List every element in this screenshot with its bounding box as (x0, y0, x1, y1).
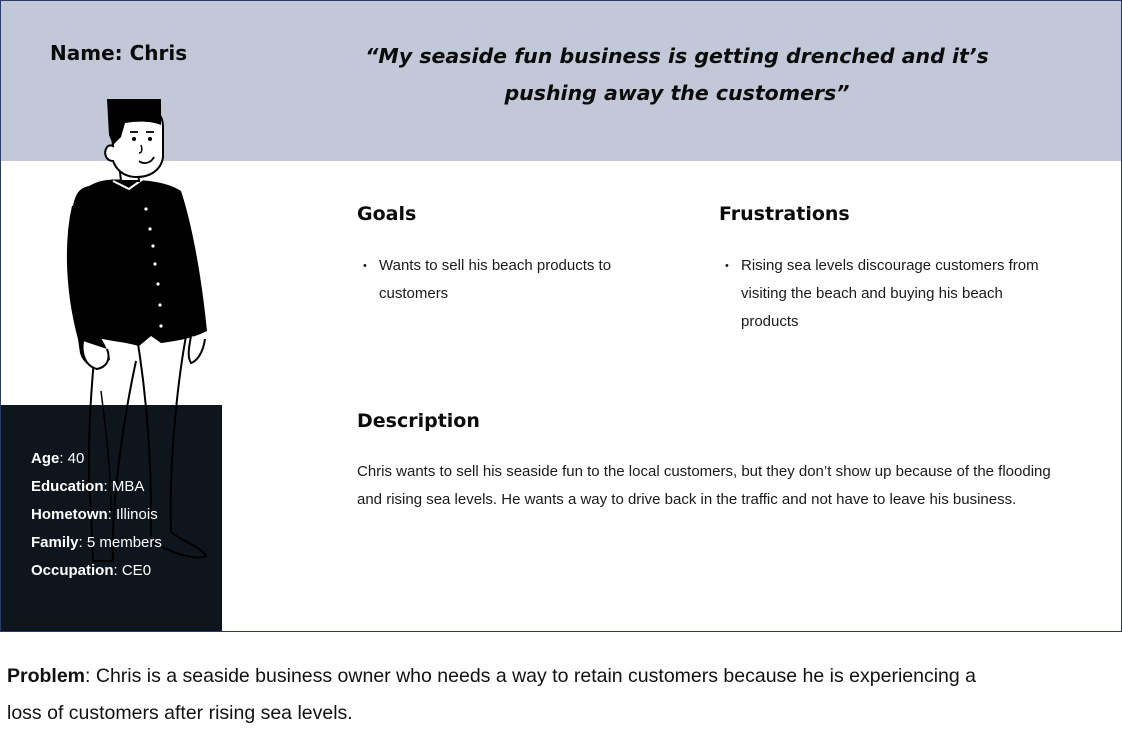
description-title: Description (357, 410, 480, 432)
problem-label: Problem (7, 665, 86, 687)
goals-item: Wants to sell his beach products to cust… (357, 252, 657, 308)
info-education: Education: MBA (31, 478, 145, 495)
goals-list: Wants to sell his beach products to cust… (357, 252, 657, 308)
problem-text: : Chris is a seaside business owner who … (7, 665, 977, 724)
info-age: Age: 40 (31, 450, 85, 467)
persona-card: Name: Chris “My seaside fun business is … (0, 0, 1122, 632)
goals-title: Goals (357, 203, 417, 225)
frustrations-title: Frustrations (719, 203, 850, 225)
info-occupation: Occupation: CE0 (31, 562, 152, 579)
info-family: Family: 5 members (31, 534, 162, 551)
persona-info-list: Age: 40 Education: MBA Hometown: Illinoi… (31, 445, 162, 585)
frustrations-item: Rising sea levels discourage customers f… (719, 252, 1049, 336)
persona-quote: “My seaside fun business is getting dren… (365, 44, 989, 105)
description-text: Chris wants to sell his seaside fun to t… (357, 463, 1051, 508)
problem-statement: Problem: Chris is a seaside business own… (7, 658, 1007, 732)
frustrations-list: Rising sea levels discourage customers f… (719, 252, 1049, 336)
info-hometown: Hometown: Illinois (31, 506, 158, 523)
persona-name: Name: Chris (50, 41, 188, 65)
